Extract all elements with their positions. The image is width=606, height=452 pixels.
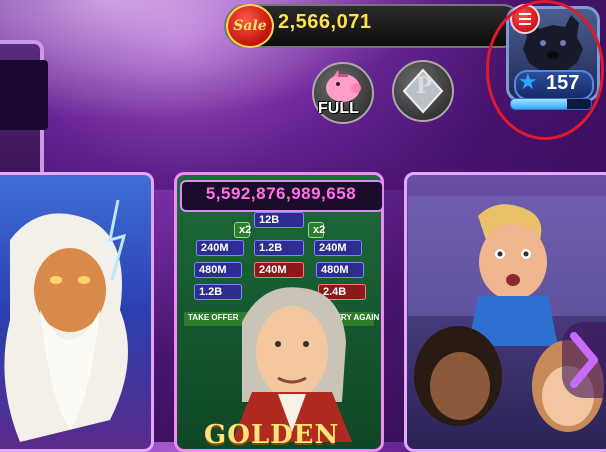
sale-label: Sale xyxy=(233,18,267,34)
grid-cell: 12B xyxy=(254,212,304,228)
grid-cell: 240M xyxy=(314,240,362,256)
chevron-right-icon xyxy=(570,332,598,388)
sale-button[interactable]: Sale xyxy=(226,4,274,48)
zeus-god-art xyxy=(4,200,128,442)
next-page-button[interactable] xyxy=(562,322,606,398)
coin-balance-value: 2,566,071 xyxy=(278,11,372,33)
jackpot-value: 5,592,876,989,658 xyxy=(205,184,357,203)
grid-cell: 480M xyxy=(316,262,364,278)
prestige-letter: P xyxy=(415,73,433,99)
grid-cell: 240M xyxy=(254,262,304,278)
grid-cell: x2 xyxy=(308,222,325,238)
golden-game-title: GOLDEN xyxy=(204,420,340,450)
grid-cell: x2 xyxy=(234,222,251,238)
grid-cell: 1.2B xyxy=(254,240,304,256)
grid-cell: 240M xyxy=(196,240,244,256)
highlight-ring xyxy=(486,0,604,140)
grid-cell: 480M xyxy=(194,262,242,278)
cartoon-kids-art xyxy=(408,196,606,432)
piggy-bank-status: FULL xyxy=(318,100,359,117)
benjamin-franklin-art xyxy=(232,287,352,442)
side-panel-screen xyxy=(0,60,48,130)
